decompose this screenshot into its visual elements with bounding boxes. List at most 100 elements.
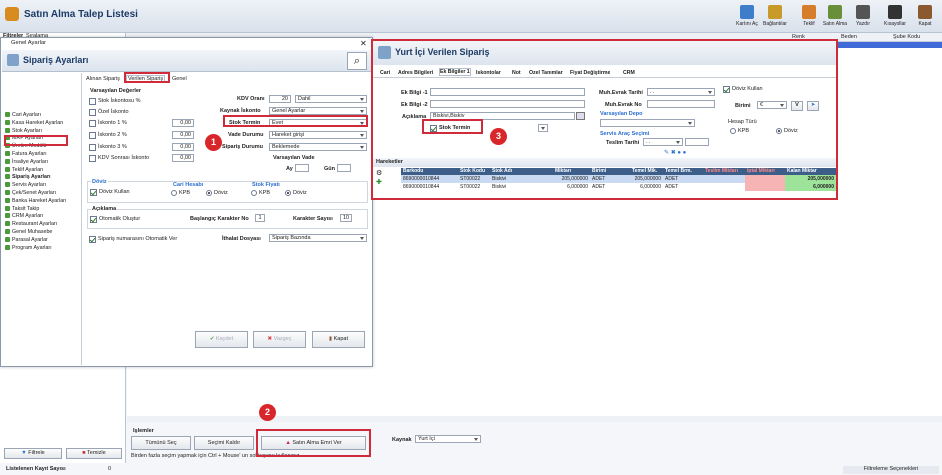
kdv-sonrasi-input[interactable]: 0,00 bbox=[172, 154, 194, 162]
stok-doviz-radio[interactable] bbox=[285, 190, 291, 196]
toolbar-purchase-button[interactable]: Satın Alma bbox=[822, 4, 848, 30]
tree-item[interactable]: Taksit Takip bbox=[5, 206, 39, 212]
tab-general[interactable]: Genel bbox=[172, 76, 187, 82]
aciklama-lookup-icon[interactable] bbox=[576, 112, 585, 120]
tree-item[interactable]: Servis Ayarları bbox=[5, 182, 46, 188]
iskonto2-input[interactable]: 0,00 bbox=[172, 131, 194, 139]
save-button[interactable]: ✔ Kaydet bbox=[195, 331, 248, 348]
stok-termin-dropdown[interactable] bbox=[538, 124, 548, 132]
iskonto2-label: İskonto 2 % bbox=[98, 132, 127, 138]
settings-search-icon[interactable]: ⌕ bbox=[347, 52, 367, 70]
toolbar-shortcuts-button[interactable]: Kısayollar bbox=[882, 4, 908, 30]
order-tab[interactable]: Cari bbox=[380, 70, 390, 76]
settings-header-icon bbox=[7, 54, 19, 66]
toolbar-print-button[interactable]: Yazdır bbox=[850, 4, 876, 30]
tree-item[interactable]: Cari Ayarları bbox=[5, 112, 41, 118]
kdv-sonrasi-label: KDV Sonrası İskonto bbox=[98, 155, 150, 161]
toolbar-close-button[interactable]: Kapat bbox=[912, 4, 938, 30]
siparis-numarasi-check[interactable] bbox=[89, 236, 96, 243]
kdv-type-select[interactable]: Dahil bbox=[295, 95, 367, 103]
ozel-iskonto-check[interactable] bbox=[89, 109, 96, 116]
stok-kpb-radio[interactable] bbox=[251, 190, 257, 196]
order-tab[interactable]: CRM bbox=[623, 70, 635, 76]
muh-evrak-tarihi-input[interactable]: . . bbox=[647, 88, 715, 96]
stok-iskontosu-check[interactable] bbox=[89, 98, 96, 105]
main-grid-scrollbar[interactable] bbox=[127, 416, 942, 422]
iskonto3-input[interactable]: 0,00 bbox=[172, 143, 194, 151]
hesap-doviz-radio[interactable] bbox=[776, 128, 782, 134]
order-tab[interactable]: Özel Tanımlar bbox=[529, 70, 563, 76]
tree-item[interactable]: Program Ayarları bbox=[5, 245, 52, 251]
birimi-select[interactable]: € bbox=[757, 101, 787, 109]
grid-tool-icons[interactable]: ⚙ ✚ bbox=[376, 169, 382, 187]
toolbar-open-card-button[interactable]: Kartını Aç bbox=[734, 4, 760, 30]
tree-item[interactable]: Teklif Ayarları bbox=[5, 167, 43, 173]
cari-doviz-radio[interactable] bbox=[206, 190, 212, 196]
cancel-button[interactable]: ✖ Vazgeç bbox=[253, 331, 306, 348]
clear-button[interactable]: ■ Temizle bbox=[66, 448, 122, 459]
ek-bilgi1-input[interactable] bbox=[430, 88, 585, 96]
order-tab[interactable]: İskontolar bbox=[476, 70, 501, 76]
varsayilan-depo-select[interactable] bbox=[600, 119, 695, 127]
vade-select[interactable]: Hareket girişi bbox=[269, 131, 367, 139]
tree-item[interactable]: İrsaliye Ayarları bbox=[5, 159, 48, 165]
karakter-input[interactable]: 10 bbox=[340, 214, 352, 222]
select-all-button[interactable]: Tümünü Seç bbox=[131, 436, 191, 450]
main-title: Satın Alma Talep Listesi bbox=[24, 9, 138, 20]
order-tab[interactable]: Ek Bilgiler 1 bbox=[439, 68, 471, 76]
ek-bilgi2-label: Ek Bilgi -2 bbox=[401, 102, 428, 108]
close-settings-button[interactable]: ▮ Kapat bbox=[312, 331, 365, 348]
toolbar-offer-button[interactable]: Teklif bbox=[796, 4, 822, 30]
order-tab[interactable]: Not bbox=[512, 70, 521, 76]
ithalat-select[interactable]: Sipariş Bazında bbox=[269, 234, 367, 242]
tree-item[interactable]: Kasa Hareket Ayarları bbox=[5, 120, 63, 126]
settings-header-title: Sipariş Ayarları bbox=[23, 55, 89, 65]
kdv-sonrasi-check[interactable] bbox=[89, 155, 96, 162]
birimi-v-button[interactable]: V bbox=[791, 101, 803, 111]
otomatik-olustur-check[interactable] bbox=[90, 216, 97, 223]
gun-input[interactable] bbox=[337, 164, 351, 172]
tree-item[interactable]: Genel Muhasebe bbox=[5, 229, 52, 235]
siparis-durumu-select[interactable]: Beklemede bbox=[269, 143, 367, 151]
tree-item[interactable]: Sipariş Ayarları bbox=[5, 174, 50, 180]
filter-settings-button[interactable]: Filtreleme Seçenekleri bbox=[843, 466, 939, 474]
step-badge-3: 3 bbox=[490, 128, 507, 145]
iskonto1-input[interactable]: 0,00 bbox=[172, 119, 194, 127]
order-tab[interactable]: Adres Bilgileri bbox=[398, 70, 433, 76]
clear-selection-button[interactable]: Seçimi Kaldır bbox=[194, 436, 254, 450]
filter-button[interactable]: ▼ Filtrele bbox=[4, 448, 62, 459]
iskonto3-check[interactable] bbox=[89, 144, 96, 151]
iskonto2-check[interactable] bbox=[89, 132, 96, 139]
ek-bilgi2-input[interactable] bbox=[430, 100, 585, 108]
toolbar-links-button[interactable]: Bağlantılar bbox=[762, 4, 788, 30]
order-grid-cell: ST00022 bbox=[460, 176, 481, 182]
kaynak-iskonto-select[interactable]: Genel Ayarlar bbox=[269, 107, 367, 115]
tree-item[interactable]: Fatura Ayarları bbox=[5, 151, 47, 157]
ay-input[interactable] bbox=[295, 164, 309, 172]
birimi-arrow-icon[interactable]: ➤ bbox=[807, 101, 819, 111]
tree-item[interactable]: CRM Ayarları bbox=[5, 213, 43, 219]
doviz-kullan-check[interactable] bbox=[723, 86, 730, 93]
source-select[interactable]: Yurt İçi bbox=[415, 435, 481, 443]
settings-close-icon[interactable]: ✕ bbox=[360, 39, 367, 48]
iskonto1-check[interactable] bbox=[89, 120, 96, 127]
hesap-kpb-radio[interactable] bbox=[730, 128, 736, 134]
tree-item[interactable]: Stok Ayarları bbox=[5, 128, 42, 134]
varsayilan-depo-label: Varsayılan Depo bbox=[600, 111, 643, 117]
tree-item[interactable]: Çek/Senet Ayarları bbox=[5, 190, 56, 196]
teslim-saat-input[interactable] bbox=[685, 138, 709, 146]
muh-evrak-no-label: Muh.Evrak No bbox=[605, 102, 642, 108]
hesap-doviz-label: Döviz bbox=[784, 128, 798, 134]
teslim-tarihi-input[interactable]: . . bbox=[643, 138, 683, 146]
tree-item[interactable]: Restaurant Ayarları bbox=[5, 221, 57, 227]
tree-item[interactable]: Parasal Ayarlar bbox=[5, 237, 48, 243]
baslangic-input[interactable]: 1 bbox=[255, 214, 265, 222]
aciklama-group-title: Açıklama bbox=[91, 206, 118, 212]
doviz-kullan-check[interactable] bbox=[90, 189, 97, 196]
tab-received-orders[interactable]: Alınan Sipariş bbox=[86, 76, 120, 82]
muh-evrak-no-input[interactable] bbox=[647, 100, 715, 108]
tree-item[interactable]: Banka Hareket Ayarları bbox=[5, 198, 66, 204]
kdv-input[interactable]: 20 bbox=[269, 95, 291, 103]
order-tab[interactable]: Fiyat Değiştirme bbox=[570, 70, 610, 76]
cari-kpb-radio[interactable] bbox=[171, 190, 177, 196]
